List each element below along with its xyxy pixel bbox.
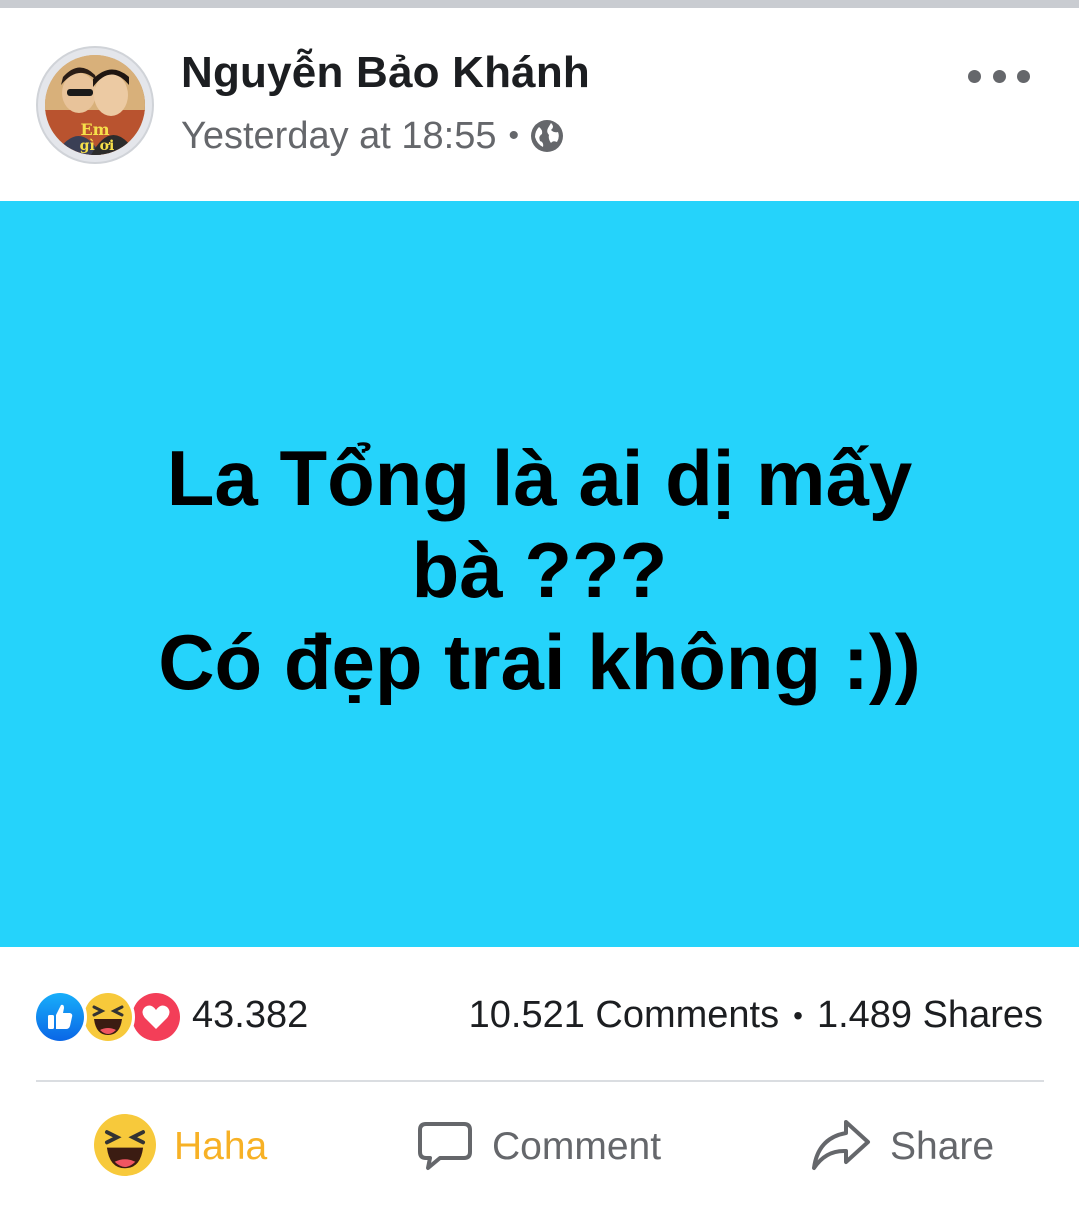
more-dot xyxy=(968,69,981,83)
more-dot xyxy=(992,69,1006,83)
post-text: La Tổng là ai dị mấy bà ??? Có đẹp trai … xyxy=(158,434,921,706)
svg-text:Em: Em xyxy=(80,120,109,139)
reaction-icons[interactable] xyxy=(33,990,186,1044)
svg-text:gì ơi: gì ơi xyxy=(80,138,115,154)
more-dot xyxy=(1017,69,1030,83)
reaction-count[interactable]: 43.382 xyxy=(192,994,308,1037)
more-options-icon[interactable] xyxy=(968,56,1030,96)
author-name[interactable]: Nguyễn Bảo Khánh xyxy=(181,48,590,98)
haha-icon xyxy=(81,990,135,1044)
haha-button[interactable]: Haha xyxy=(94,1112,267,1182)
love-icon xyxy=(129,990,183,1044)
comment-button[interactable]: Comment xyxy=(416,1112,661,1182)
haha-label: Haha xyxy=(174,1125,268,1168)
post-stats: 43.382 10.521 Comments • 1.489 Shares xyxy=(0,960,1079,1070)
avatar[interactable]: Em gì ơi xyxy=(36,46,154,164)
like-icon xyxy=(33,990,87,1044)
stats-separator: • xyxy=(793,999,803,1031)
share-button[interactable]: Share xyxy=(810,1112,994,1182)
share-count[interactable]: 1.489 Shares xyxy=(817,994,1043,1037)
post-meta: Yesterday at 18:55 • xyxy=(181,114,565,158)
post-timestamp[interactable]: Yesterday at 18:55 xyxy=(181,115,497,158)
comment-label: Comment xyxy=(492,1125,662,1168)
engagement-stats: 10.521 Comments • 1.489 Shares xyxy=(469,994,1043,1037)
share-icon xyxy=(810,1114,872,1181)
comment-count[interactable]: 10.521 Comments xyxy=(469,994,780,1037)
action-bar: Haha Comment Share xyxy=(0,1082,1079,1212)
avatar-image: Em gì ơi xyxy=(45,55,145,155)
post-header: Em gì ơi Nguyễn Bảo Khánh Yesterday at 1… xyxy=(0,8,1079,201)
meta-separator: • xyxy=(508,119,520,152)
post-content[interactable]: La Tổng là ai dị mấy bà ??? Có đẹp trai … xyxy=(0,201,1079,947)
share-label: Share xyxy=(890,1125,995,1168)
haha-icon xyxy=(94,1113,156,1181)
globe-icon[interactable] xyxy=(529,118,565,154)
top-divider xyxy=(0,0,1079,8)
comment-icon xyxy=(416,1116,474,1179)
